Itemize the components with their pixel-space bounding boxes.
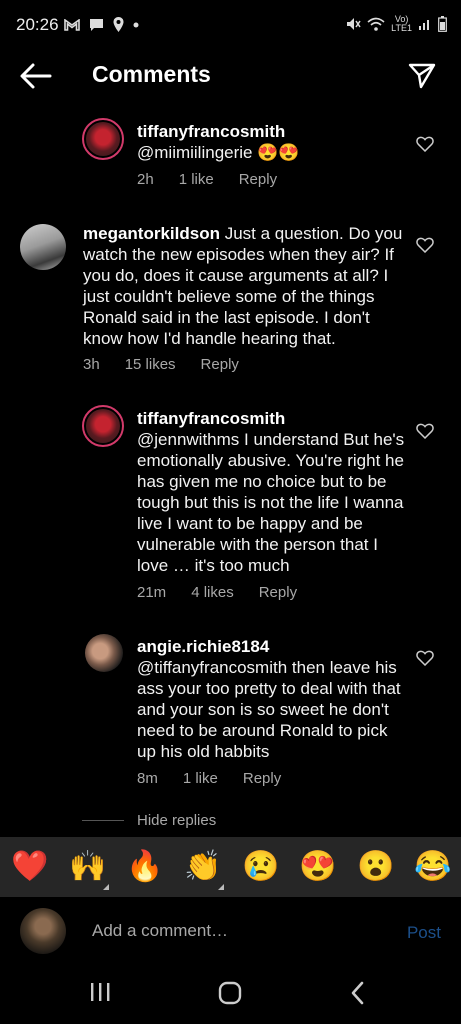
comment-text: tiffanyfrancosmith @miimiilingerie 😍😍 [137,121,407,163]
comment-text: tiffanyfrancosmith @jennwithms I underst… [137,408,407,576]
comment-input-row: Add a comment… Post [0,897,461,963]
avatar[interactable] [82,405,124,447]
comment-username[interactable]: megantorkildson [83,224,220,243]
comment-time: 8m [137,770,158,787]
page-title: Comments [92,61,211,87]
comment-meta: 8m 1 like Reply [137,770,306,787]
hide-replies-label: Hide replies [137,812,217,829]
heart-icon[interactable] [416,423,434,439]
reply-button[interactable]: Reply [259,584,297,601]
comment-username[interactable]: tiffanyfrancosmith [137,121,407,142]
comment-likes[interactable]: 15 likes [125,356,176,373]
lte-indicator: Vo) LTE1 [391,14,412,33]
comment-likes[interactable]: 1 like [179,171,214,188]
avatar[interactable] [20,224,66,270]
home-icon[interactable] [218,981,242,1005]
status-system-icons: Vo) LTE1 [345,15,447,33]
gmail-icon [64,18,80,31]
comment-username[interactable]: angie.richie8184 [137,636,407,657]
hide-replies-button[interactable]: Hide replies [82,812,216,829]
divider [82,820,124,821]
comment-body: @tiffanyfrancosmith then leave his ass y… [137,658,401,761]
emoji-tears-of-joy[interactable]: 😂 [414,850,451,884]
comment-input[interactable]: Add a comment… [92,921,228,941]
emoji-clapping-hands[interactable]: 👏 [184,850,221,884]
emoji-quick-bar: ❤️ 🙌 🔥 👏 😢 😍 😮 😂 [0,837,461,897]
comment-body: @jennwithms I understand But he's emotio… [137,430,405,575]
location-icon [113,17,124,32]
comment-meta: 21m 4 likes Reply [137,584,322,601]
mute-icon [347,18,361,30]
skin-tone-indicator-icon [103,884,109,890]
heart-icon[interactable] [416,650,434,666]
comment-time: 2h [137,171,154,188]
comment-username[interactable]: tiffanyfrancosmith [137,408,407,429]
comment-body: @miimiilingerie 😍😍 [137,143,300,162]
reply-button[interactable]: Reply [201,356,239,373]
back-arrow-icon[interactable] [18,62,54,90]
message-icon [90,18,103,31]
wifi-icon [367,17,385,31]
emoji-heart[interactable]: ❤️ [11,850,48,884]
avatar[interactable] [85,634,123,672]
reply-button[interactable]: Reply [239,171,277,188]
back-nav-icon[interactable] [350,981,366,1005]
post-button[interactable]: Post [407,923,441,943]
avatar[interactable] [82,118,124,160]
status-notification-icons [64,17,139,32]
heart-icon[interactable] [416,237,434,253]
status-bar: 20:26 Vo) LTE1 [0,0,461,50]
recent-apps-icon[interactable] [89,981,111,1003]
comment-text: megantorkildson Just a question. Do you … [83,223,408,349]
comment-meta: 2h 1 like Reply [137,171,302,188]
comment-meta: 3h 15 likes Reply [83,356,264,373]
emoji-fire[interactable]: 🔥 [126,850,163,884]
dot-icon [133,22,139,27]
signal-icon [419,20,429,30]
emoji-heart-eyes[interactable]: 😍 [299,850,336,884]
battery-icon [438,16,447,32]
comment-time: 21m [137,584,167,601]
emoji-crying[interactable]: 😢 [242,850,279,884]
heart-icon[interactable] [416,136,434,152]
skin-tone-indicator-icon [218,884,224,890]
comment-text: angie.richie8184 @tiffanyfrancosmith the… [137,636,407,762]
reply-button[interactable]: Reply [243,770,281,787]
comment-likes[interactable]: 1 like [183,770,218,787]
send-icon[interactable] [407,60,437,90]
emoji-surprised[interactable]: 😮 [357,850,394,884]
status-time: 20:26 [16,15,59,34]
comment-time: 3h [83,356,100,373]
comments-header: Comments [0,50,461,102]
current-user-avatar [20,908,66,954]
comment-likes[interactable]: 4 likes [191,584,234,601]
android-nav-bar [0,963,461,1024]
emoji-raised-hands[interactable]: 🙌 [69,850,106,884]
